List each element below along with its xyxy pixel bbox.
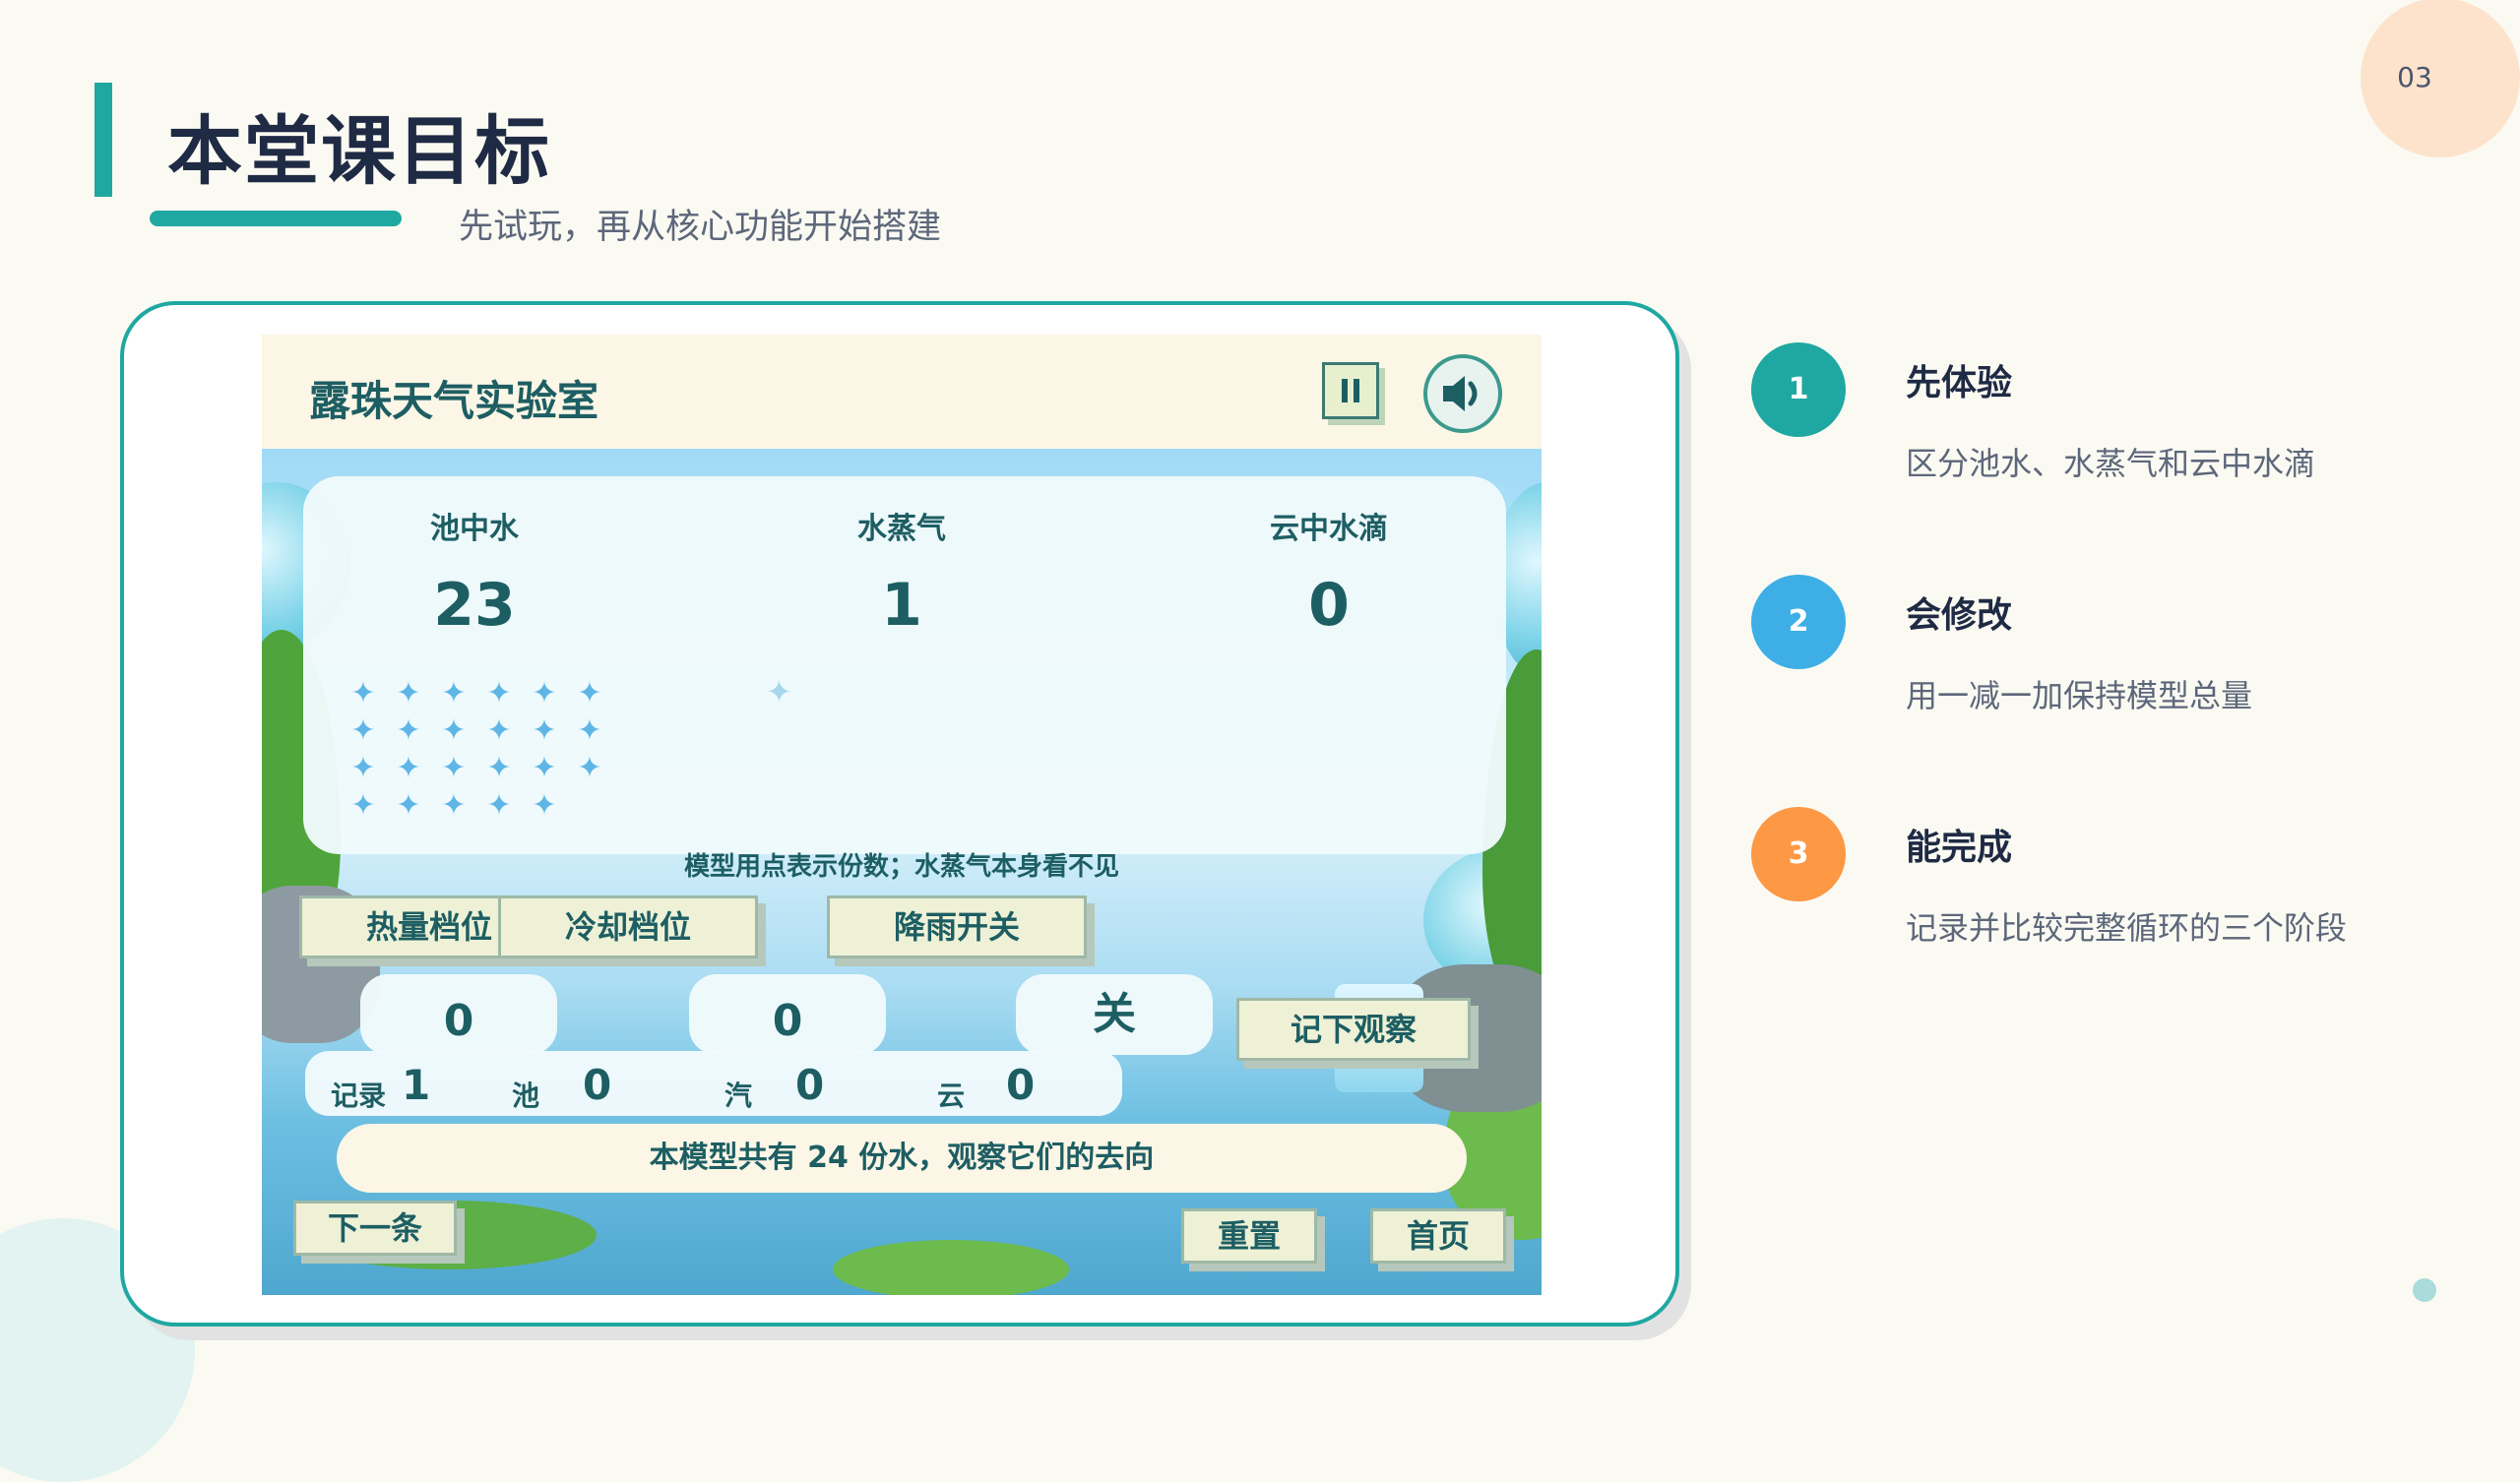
goal-3-description: 记录并比较完整循环的三个阶段 (1906, 909, 2348, 947)
heat-level-value: 0 (360, 974, 557, 1055)
water-drop-icon: ✦ (486, 751, 512, 785)
water-drop-icon: ✦ (532, 788, 557, 823)
water-drop-icon: ✦ (350, 788, 376, 823)
rain-toggle-button[interactable]: 降雨开关 (827, 895, 1087, 958)
water-drop-icon: ✦ (532, 676, 557, 710)
record-vapor-label: 汽 (724, 1080, 753, 1112)
water-drop-icon: ✦ (350, 676, 376, 710)
pause-icon-bar (1354, 379, 1359, 402)
water-drop-icon: ✦ (396, 713, 421, 748)
goal-2-title: 会修改 (1906, 595, 2013, 636)
goal-2-number: 2 (1751, 575, 1846, 669)
cool-level-value: 0 (689, 974, 886, 1055)
record-index: 1 (402, 1061, 431, 1109)
record-cloud-label: 云 (937, 1080, 966, 1112)
record-pool-value: 0 (583, 1061, 612, 1109)
goal-1-description: 区分池水、水蒸气和云中水滴 (1906, 445, 2316, 482)
water-drop-icon: ✦ (441, 751, 467, 785)
decorative-dot (2413, 1278, 2436, 1302)
water-drop-icon: ✦ (532, 713, 557, 748)
title-accent-bar (94, 83, 112, 197)
cloud-drops-count: 0 (1308, 571, 1350, 640)
water-drop-icon: ✦ (577, 751, 602, 785)
reset-button[interactable]: 重置 (1181, 1208, 1317, 1264)
model-hint: 模型用点表示份数；水蒸气本身看不见 (683, 852, 1119, 882)
home-button[interactable]: 首页 (1370, 1208, 1506, 1264)
game-screen: 露珠天气实验室 池中水 水蒸气 云中水滴 23 1 0 ✦ ✦ ✦ ✦ ✦ ✦✦ ✦ ✦ ✦ ✦ ✦… (262, 335, 1542, 1295)
water-drop-icon: ✦ (486, 676, 512, 710)
cloud-drops-label: 云中水滴 (1270, 512, 1388, 546)
vapor-label: 水蒸气 (857, 512, 946, 546)
goal-1-number: 1 (1751, 342, 1846, 437)
pause-icon (1342, 379, 1348, 402)
water-drop-icon: ✦ (441, 788, 467, 823)
rain-toggle-value: 关 (1016, 974, 1213, 1055)
pool-water-label: 池中水 (430, 512, 519, 546)
water-drop-icon: ✦ (350, 713, 376, 748)
page-title: 本堂课目标 (167, 107, 551, 195)
water-drop-icon: ✦ (577, 713, 602, 748)
water-drop-icon: ✦ (396, 788, 421, 823)
pause-button[interactable] (1322, 362, 1379, 419)
model-info-bar: 本模型共有 24 份水，观察它们的去向 (337, 1124, 1467, 1193)
water-drop-icon: ✦ (441, 676, 467, 710)
water-drop-icon: ✦ (577, 676, 602, 710)
goal-3-title: 能完成 (1906, 828, 2013, 868)
scenery-lilypad-center (833, 1240, 1069, 1295)
cool-level-button[interactable]: 冷却档位 (498, 895, 758, 958)
record-label: 记录 (331, 1080, 387, 1112)
water-drop-icon: ✦ (532, 751, 557, 785)
pool-water-count: 23 (433, 571, 516, 640)
page-subtitle: 先试玩，再从核心功能开始搭建 (459, 208, 942, 247)
next-record-button[interactable]: 下一条 (293, 1201, 457, 1256)
game-title: 露珠天气实验室 (309, 377, 599, 425)
water-drop-icon: ✦ (486, 788, 512, 823)
record-pool-label: 池 (512, 1080, 540, 1112)
water-drop-icon: ✦ (396, 676, 421, 710)
water-drop-icon: ✦ (766, 673, 792, 710)
speaker-icon (1443, 376, 1478, 411)
record-cloud-value: 0 (1006, 1061, 1036, 1109)
water-drop-icon: ✦ (486, 713, 512, 748)
record-vapor-value: 0 (795, 1061, 825, 1109)
sound-toggle-button[interactable] (1423, 354, 1502, 433)
record-observation-button[interactable]: 记下观察 (1236, 998, 1471, 1061)
title-underline (150, 211, 402, 226)
water-drop-icon: ✦ (350, 751, 376, 785)
vapor-count: 1 (881, 571, 922, 640)
page-number: 03 (2397, 61, 2432, 93)
goal-1-title: 先体验 (1906, 363, 2013, 403)
goal-2-description: 用一减一加保持模型总量 (1906, 677, 2253, 714)
water-drop-icon: ✦ (396, 751, 421, 785)
water-drop-icon: ✦ (441, 713, 467, 748)
pool-water-drops: ✦ ✦ ✦ ✦ ✦ ✦✦ ✦ ✦ ✦ ✦ ✦✦ ✦ ✦ ✦ ✦ ✦✦ ✦ ✦ ✦ ✦ (341, 675, 616, 825)
goal-3-number: 3 (1751, 807, 1846, 901)
